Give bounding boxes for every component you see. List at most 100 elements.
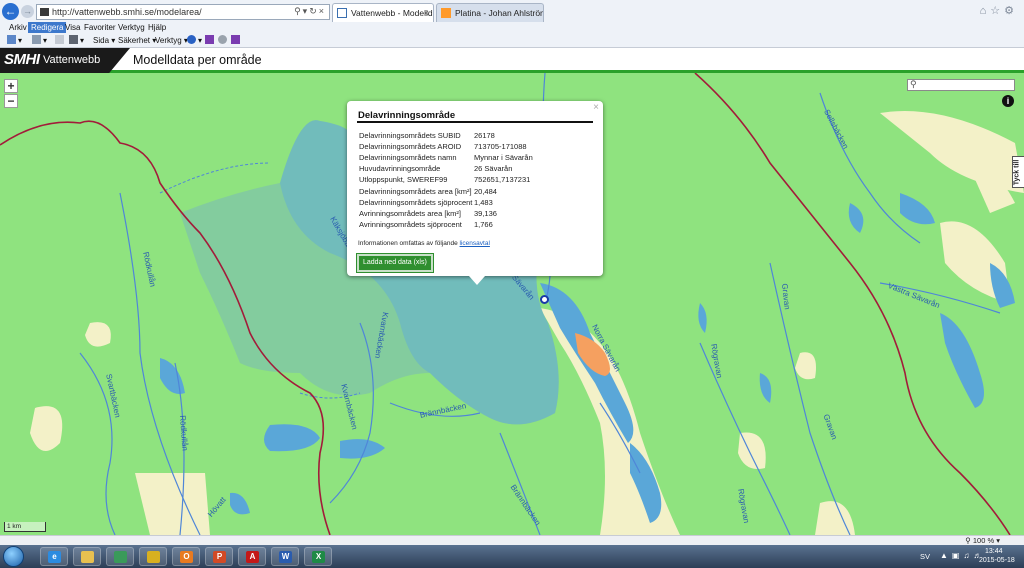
search-refresh-icons[interactable]: ⚲▾↻× (294, 6, 326, 17)
taskbar-ie[interactable]: e (40, 547, 68, 566)
clock-date[interactable]: 2015-05-18 (979, 557, 1015, 564)
key-app-icon (147, 551, 160, 563)
tab-label: Platina - Johan Ahlström (455, 8, 544, 18)
zoom-out-button[interactable]: − (4, 94, 18, 108)
mail-icon[interactable] (55, 34, 66, 47)
table-row: Huvudavrinningsområde 26 Sävarån (359, 163, 533, 174)
rss-icon[interactable]: ▾ (32, 34, 47, 47)
forward-button[interactable]: → (21, 5, 34, 18)
tools-menu[interactable]: Verktyg ▾ (155, 34, 188, 47)
attribute-value: 26 Sävarån (474, 164, 513, 174)
taskbar-word[interactable]: W (271, 547, 299, 566)
zoom-in-button[interactable]: + (4, 79, 18, 93)
addon-icon[interactable] (218, 34, 229, 47)
table-row: Utloppspunkt, SWEREF99 752651,7137231 (359, 174, 533, 185)
search-icon: ⚲ (910, 79, 917, 89)
print-icon[interactable]: ▾ (69, 34, 84, 47)
logo-text: SMHI (4, 51, 40, 68)
close-tab-icon[interactable]: × (424, 4, 429, 22)
attribute-value: Mynnar i Sävarån (474, 153, 533, 163)
attribute-key: Avrinningsområdets area [km²] (359, 208, 461, 218)
popup-divider (357, 121, 593, 123)
tab-favicon-icon (337, 8, 347, 18)
attribute-key: Delavrinningsområdets area [km²] (359, 186, 472, 196)
tray-language[interactable]: SV (920, 552, 930, 561)
table-row: Delavrinningsområdets SUBID 26178 (359, 130, 533, 141)
word-icon: W (279, 551, 292, 563)
start-button[interactable] (3, 546, 24, 567)
excel-icon: X (312, 551, 325, 563)
site-favicon-icon (40, 8, 49, 16)
favorites-add-icon[interactable]: ▾ (7, 34, 22, 47)
address-bar[interactable]: http://vattenwebb.smhi.se/modelarea/ ⚲▾↻… (36, 4, 330, 20)
table-row: Avrinningsområdets sjöprocent 1,766 (359, 219, 533, 230)
folder-icon (81, 551, 94, 563)
smhi-logo[interactable]: SMHI Vattenwebb (0, 48, 130, 73)
attribute-key: Delavrinningsområdets AROID (359, 142, 462, 152)
attribute-value: 713705-171088 (474, 142, 527, 152)
onenote-icon[interactable] (205, 34, 216, 47)
address-text: http://vattenwebb.smhi.se/modelarea/ (52, 7, 202, 17)
attribute-value: 26178 (474, 131, 495, 141)
attribute-key: Delavrinningsområdets SUBID (359, 131, 461, 141)
clock-time[interactable]: 13:44 (985, 548, 1003, 555)
taskbar-powerpoint[interactable]: P (205, 547, 233, 566)
browser-chrome: ← → http://vattenwebb.smhi.se/modelarea/… (0, 0, 1024, 48)
attribute-value: 752651,7137231 (474, 175, 531, 185)
menu-arkiv[interactable]: Arkiv (6, 22, 30, 33)
page-menu[interactable]: Sida ▾ (93, 34, 115, 47)
download-xls-button[interactable]: Ladda ned data (xls) (356, 253, 434, 273)
table-row: Delavrinningsområdets namn Mynnar i Sävar… (359, 152, 533, 163)
menu-bar: Arkiv Redigera Visa Favoriter Verktyg Hj… (0, 22, 1024, 33)
taskbar-acrobat[interactable]: A (238, 547, 266, 566)
menu-hjalp[interactable]: Hjälp (145, 22, 169, 33)
attribute-key: Delavrinningsområdets sjöprocent (359, 197, 473, 207)
back-button[interactable]: ← (2, 3, 19, 20)
tab-favicon-icon (441, 8, 451, 18)
attribute-table: Delavrinningsområdets SUBID 26178 Delavri… (359, 130, 533, 230)
tab-label: Vattenwebb - Modelldata p... (351, 8, 433, 18)
home-star-gear-icons[interactable]: ⌂☆⚙ (980, 4, 1018, 17)
close-icon[interactable]: × (593, 102, 599, 113)
map-canvas[interactable]: + − ⚲ i Tyck till 1 km Sellsbäcken Käksj… (0, 73, 1024, 535)
license-note: Informationen omfattas av följande licen… (358, 240, 490, 247)
taskbar-excel[interactable]: X (304, 547, 332, 566)
tab-vattenwebb[interactable]: Vattenwebb - Modelldata p... × (332, 3, 434, 22)
attribute-key: Avrinningsområdets sjöprocent (359, 219, 462, 229)
popup-title: Delavrinningsområde (358, 110, 456, 121)
powerpoint-icon: P (213, 551, 226, 563)
acrobat-icon: A (246, 551, 259, 563)
help-icon[interactable]: ▾ (187, 34, 202, 47)
attribute-key: Utloppspunkt, SWEREF99 (359, 175, 448, 185)
zoom-level[interactable]: ⚲ 100 % ▾ (965, 536, 1000, 545)
chart-app-icon (114, 551, 127, 563)
table-row: Delavrinningsområdets AROID 713705-171088 (359, 141, 533, 152)
outlook-icon: O (180, 551, 193, 563)
attribute-value: 39,136 (474, 208, 497, 218)
info-icon[interactable]: i (1002, 95, 1014, 107)
scale-bar: 1 km (4, 522, 46, 532)
subcatchment-popup: × Delavrinningsområde Delavrinningsområd… (347, 101, 603, 285)
outlet-point-marker[interactable] (540, 295, 549, 304)
taskbar: e O P A W X SV ▲▣♫♬ 13:44 2015-05-18 (0, 545, 1024, 568)
taskbar-explorer[interactable] (73, 547, 101, 566)
license-link[interactable]: licensavtal (460, 240, 490, 247)
taskbar-app4[interactable] (139, 547, 167, 566)
menu-verktyg[interactable]: Verktyg (115, 22, 148, 33)
license-text: Informationen omfattas av följande (358, 240, 458, 247)
attribute-value: 1,766 (474, 219, 493, 229)
taskbar-outlook[interactable]: O (172, 547, 200, 566)
taskbar-app3[interactable] (106, 547, 134, 566)
table-row: Delavrinningsområdets sjöprocent 1,483 (359, 197, 533, 208)
safety-menu[interactable]: Säkerhet ▾ (118, 34, 156, 47)
attribute-key: Delavrinningsområdets namn (359, 153, 457, 163)
tab-platina[interactable]: Platina - Johan Ahlström (436, 3, 544, 22)
onenote-send-icon[interactable] (231, 34, 242, 47)
brand-text: Vattenwebb (43, 54, 101, 66)
attribute-value: 1,483 (474, 197, 493, 207)
menu-redigera[interactable]: Redigera (28, 22, 67, 33)
menu-favoriter[interactable]: Favoriter (81, 22, 119, 33)
status-bar: ⚲ 100 % ▾ (0, 535, 1024, 545)
map-search-input[interactable]: ⚲ (907, 79, 1015, 91)
feedback-tab[interactable]: Tyck till (1012, 156, 1024, 188)
